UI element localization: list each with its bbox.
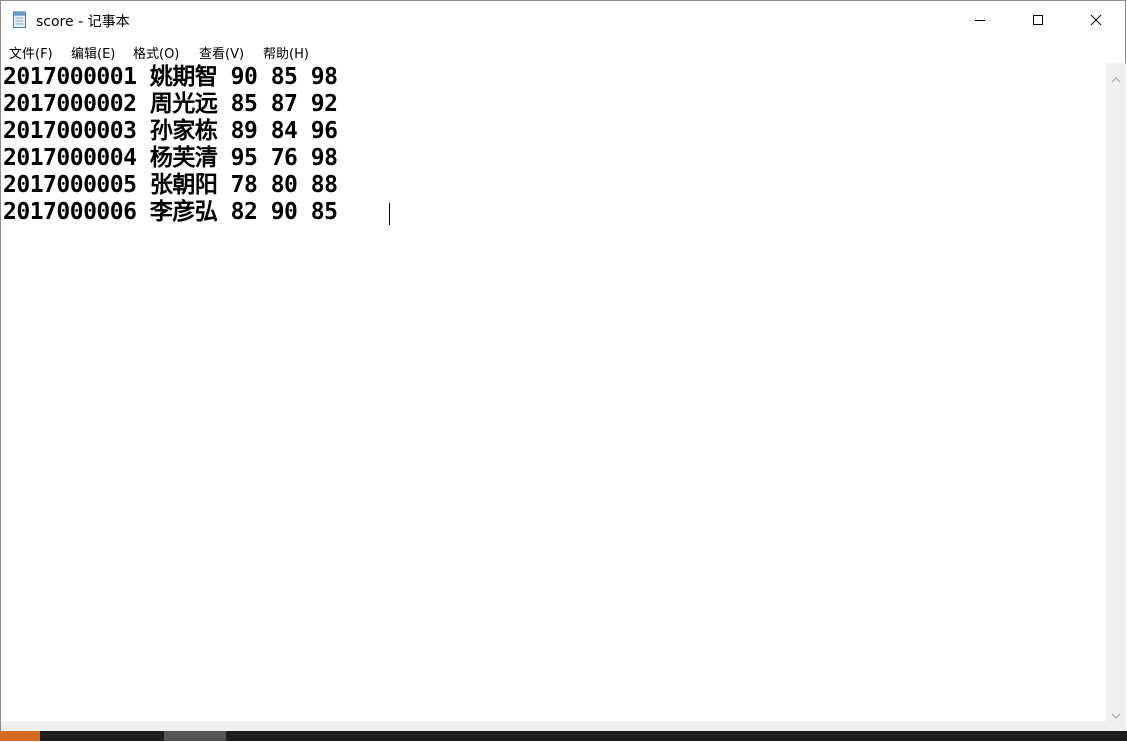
text-caret — [389, 203, 390, 225]
menu-bar: 文件(F) 编辑(E) 格式(O) 查看(V) 帮助(H) — [1, 39, 1125, 63]
scroll-up-icon[interactable] — [1111, 69, 1121, 83]
maximize-icon — [1032, 11, 1044, 30]
menu-view[interactable]: 查看(V) — [199, 43, 244, 62]
notepad-icon — [12, 11, 28, 29]
menu-format[interactable]: 格式(O) — [133, 43, 179, 62]
minimize-icon — [974, 11, 986, 30]
vertical-scrollbar[interactable] — [1106, 63, 1126, 721]
window-title: score - 记事本 — [36, 14, 130, 30]
taskbar — [0, 731, 1127, 741]
maximize-button[interactable] — [1009, 1, 1067, 39]
close-icon — [1090, 11, 1102, 30]
text-line: 2017000003 孙家栋 89 84 96 — [3, 118, 338, 144]
text-editor[interactable]: 2017000001 姚期智 90 85 98 2017000002 周光远 8… — [1, 63, 1106, 721]
scroll-down-icon[interactable] — [1111, 705, 1121, 719]
menu-edit[interactable]: 编辑(E) — [71, 43, 115, 62]
text-line: 2017000005 张朝阳 78 80 88 — [3, 172, 338, 198]
menu-help[interactable]: 帮助(H) — [263, 43, 309, 62]
text-line: 2017000004 杨芙清 95 76 98 — [3, 145, 338, 171]
close-button[interactable] — [1067, 1, 1125, 39]
text-line: 2017000001 姚期智 90 85 98 — [3, 64, 338, 90]
text-line: 2017000002 周光远 85 87 92 — [3, 91, 338, 117]
minimize-button[interactable] — [951, 1, 1009, 39]
menu-file[interactable]: 文件(F) — [9, 43, 53, 62]
text-line: 2017000006 李彦弘 82 90 85 — [3, 199, 338, 225]
taskbar-app-button[interactable] — [164, 731, 226, 741]
title-bar[interactable]: score - 记事本 — [1, 1, 1125, 39]
taskbar-start-button[interactable] — [0, 731, 40, 741]
notepad-window: score - 记事本 文件(F) 编辑(E) 格式(O) 查看(V) 帮助(H… — [0, 0, 1126, 741]
